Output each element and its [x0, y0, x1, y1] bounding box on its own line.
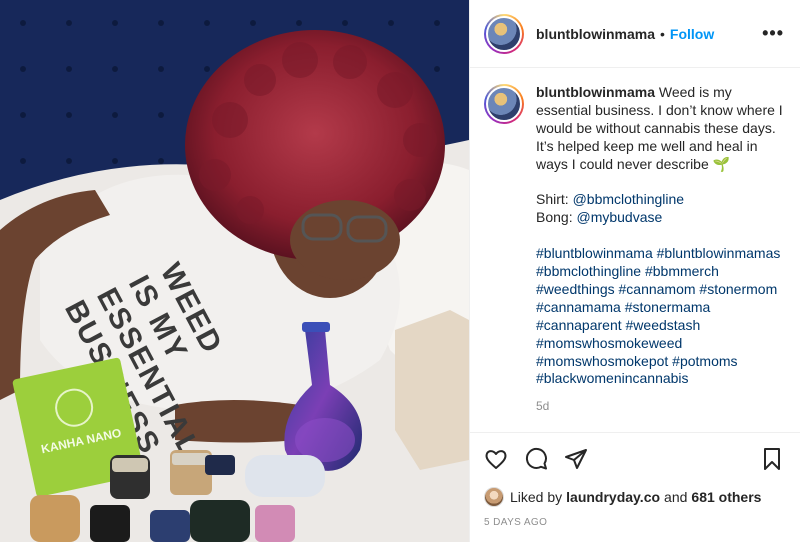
likes-summary: Liked by laundryday.co and 681 others	[484, 487, 784, 507]
share-icon[interactable]	[564, 447, 588, 471]
caption-username[interactable]: bluntblowinmama	[536, 84, 655, 100]
author-username[interactable]: bluntblowinmama	[536, 26, 655, 42]
liker-avatar[interactable]	[484, 487, 504, 507]
bong-label: Bong:	[536, 209, 573, 226]
likes-others[interactable]: 681 others	[691, 489, 761, 505]
bong-handle-link[interactable]: @mybudvase	[576, 209, 662, 225]
caption-avatar[interactable]	[484, 84, 524, 124]
shirt-label: Shirt:	[536, 191, 569, 208]
more-options-icon[interactable]: •••	[762, 23, 784, 44]
post-actions: Liked by laundryday.co and 681 others 5 …	[470, 432, 800, 528]
follow-button[interactable]: Follow	[670, 26, 714, 42]
liker-username[interactable]: laundryday.co	[566, 489, 660, 505]
post-header: bluntblowinmama • Follow •••	[470, 0, 800, 68]
post-date[interactable]: 5 DAYS AGO	[484, 517, 784, 528]
separator-dot: •	[660, 25, 665, 42]
caption-body: bluntblowinmama Weed is my essential bus…	[536, 84, 790, 416]
action-icons-row	[484, 443, 784, 475]
liked-by-prefix: Liked by	[510, 489, 563, 505]
heart-icon[interactable]	[484, 447, 508, 471]
post-photo[interactable]: WEED IS MY ESSENTIAL BUSINESS KANHA NANO	[0, 0, 469, 542]
post-caption: bluntblowinmama Weed is my essential bus…	[484, 84, 790, 416]
author-avatar[interactable]	[484, 13, 524, 54]
seedling-icon: 🌱	[712, 155, 731, 172]
liked-by-and: and	[664, 489, 688, 505]
caption-time: 5d	[536, 399, 550, 414]
hashtags[interactable]: #bluntblowinmama #bluntblowinmamas #bbmc…	[536, 245, 790, 388]
comment-icon[interactable]	[524, 447, 548, 471]
shirt-handle-link[interactable]: @bbmclothingline	[573, 191, 685, 207]
post-side-panel: bluntblowinmama • Follow ••• bluntblowin…	[469, 0, 800, 542]
bookmark-icon[interactable]	[760, 447, 784, 471]
photo-illustration: WEED IS MY ESSENTIAL BUSINESS KANHA NANO	[0, 0, 469, 542]
